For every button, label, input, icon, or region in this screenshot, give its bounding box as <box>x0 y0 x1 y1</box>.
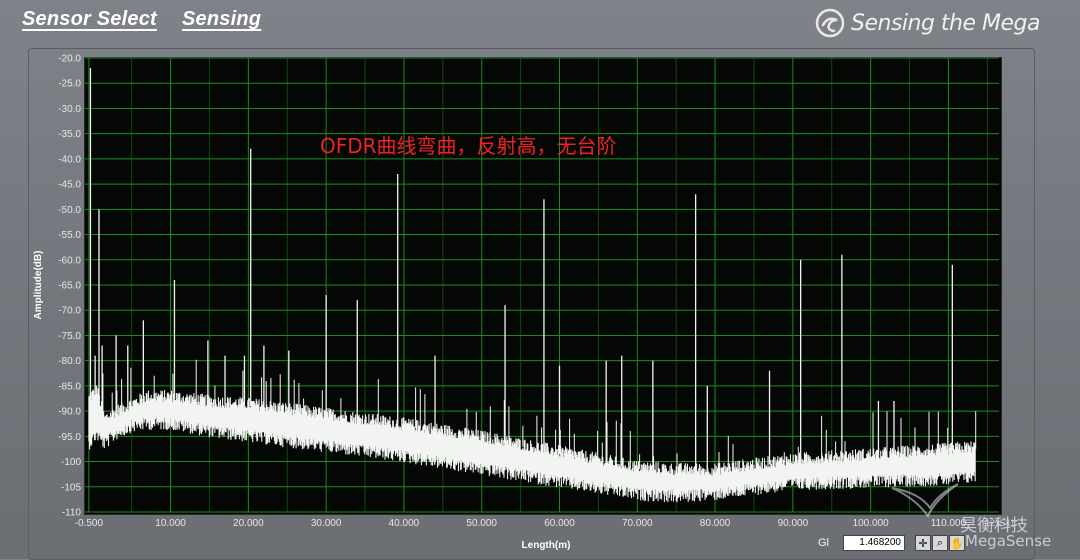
y-tick-label: -105 <box>61 482 81 493</box>
crosshair-tool-icon[interactable]: ✛ <box>915 535 931 551</box>
pan-hand-tool-icon[interactable]: ✋ <box>949 535 965 551</box>
x-tick-label: 80.000 <box>700 518 731 529</box>
y-tick-label: -45.0 <box>58 180 81 191</box>
y-tick-label: -30.0 <box>58 104 81 115</box>
y-tick-label: -110 <box>62 508 82 519</box>
x-tick-label: 30.000 <box>311 518 342 529</box>
y-tick-label: -60.0 <box>58 255 81 266</box>
x-tick-label: 70.000 <box>622 518 653 529</box>
gl-input[interactable]: 1.468200 <box>843 535 905 551</box>
watermark-sub: 121541 <box>985 518 1016 528</box>
y-tick-label: -25.0 <box>58 79 81 90</box>
x-tick-label: 40.000 <box>389 518 420 529</box>
x-tick-label: 20.000 <box>233 518 264 529</box>
x-tick-label: -0.500 <box>75 518 104 529</box>
y-tick-label: -85.0 <box>58 381 81 392</box>
y-tick-label: -75.0 <box>58 331 81 342</box>
y-tick-label: -55.0 <box>58 230 81 241</box>
watermark-en: MegaSense <box>965 532 1052 550</box>
x-axis-title: Length(m) <box>522 540 571 551</box>
plot-footer: Gl 1.468200 ✛ ⌕ ✋ <box>818 535 965 551</box>
ofdr-chart: -20.0 -25.0 -30.0 -35.0 -40.0 -45.0 -50.0 -55.0… <box>33 54 999 551</box>
y-tick-label: -35.0 <box>58 129 81 140</box>
y-tick-label: -100 <box>61 457 81 468</box>
y-tick-label: -80.0 <box>58 356 81 367</box>
y-tick-label: -65.0 <box>58 281 81 292</box>
x-tick-label: 100.000 <box>853 518 890 529</box>
x-tick-label: 50.000 <box>466 518 497 529</box>
gl-label: Gl <box>818 537 829 549</box>
graph-tools: ✛ ⌕ ✋ <box>915 535 965 551</box>
x-tick-label: 10.000 <box>155 518 186 529</box>
x-tick-label: 90.000 <box>778 518 809 529</box>
y-tick-label: -20.0 <box>58 54 81 65</box>
x-tick-label: 60.000 <box>544 518 575 529</box>
y-axis-title: Amplitude(dB) <box>33 251 44 320</box>
y-tick-label: -70.0 <box>58 306 81 317</box>
y-tick-label: -95.0 <box>58 432 81 443</box>
y-tick-label: -90.0 <box>58 407 81 418</box>
annotation-text: OFDR曲线弯曲，反射高，无台阶 <box>320 134 617 158</box>
zoom-tool-icon[interactable]: ⌕ <box>932 535 948 551</box>
y-tick-label: -40.0 <box>58 154 81 165</box>
y-tick-label: -50.0 <box>58 205 81 216</box>
